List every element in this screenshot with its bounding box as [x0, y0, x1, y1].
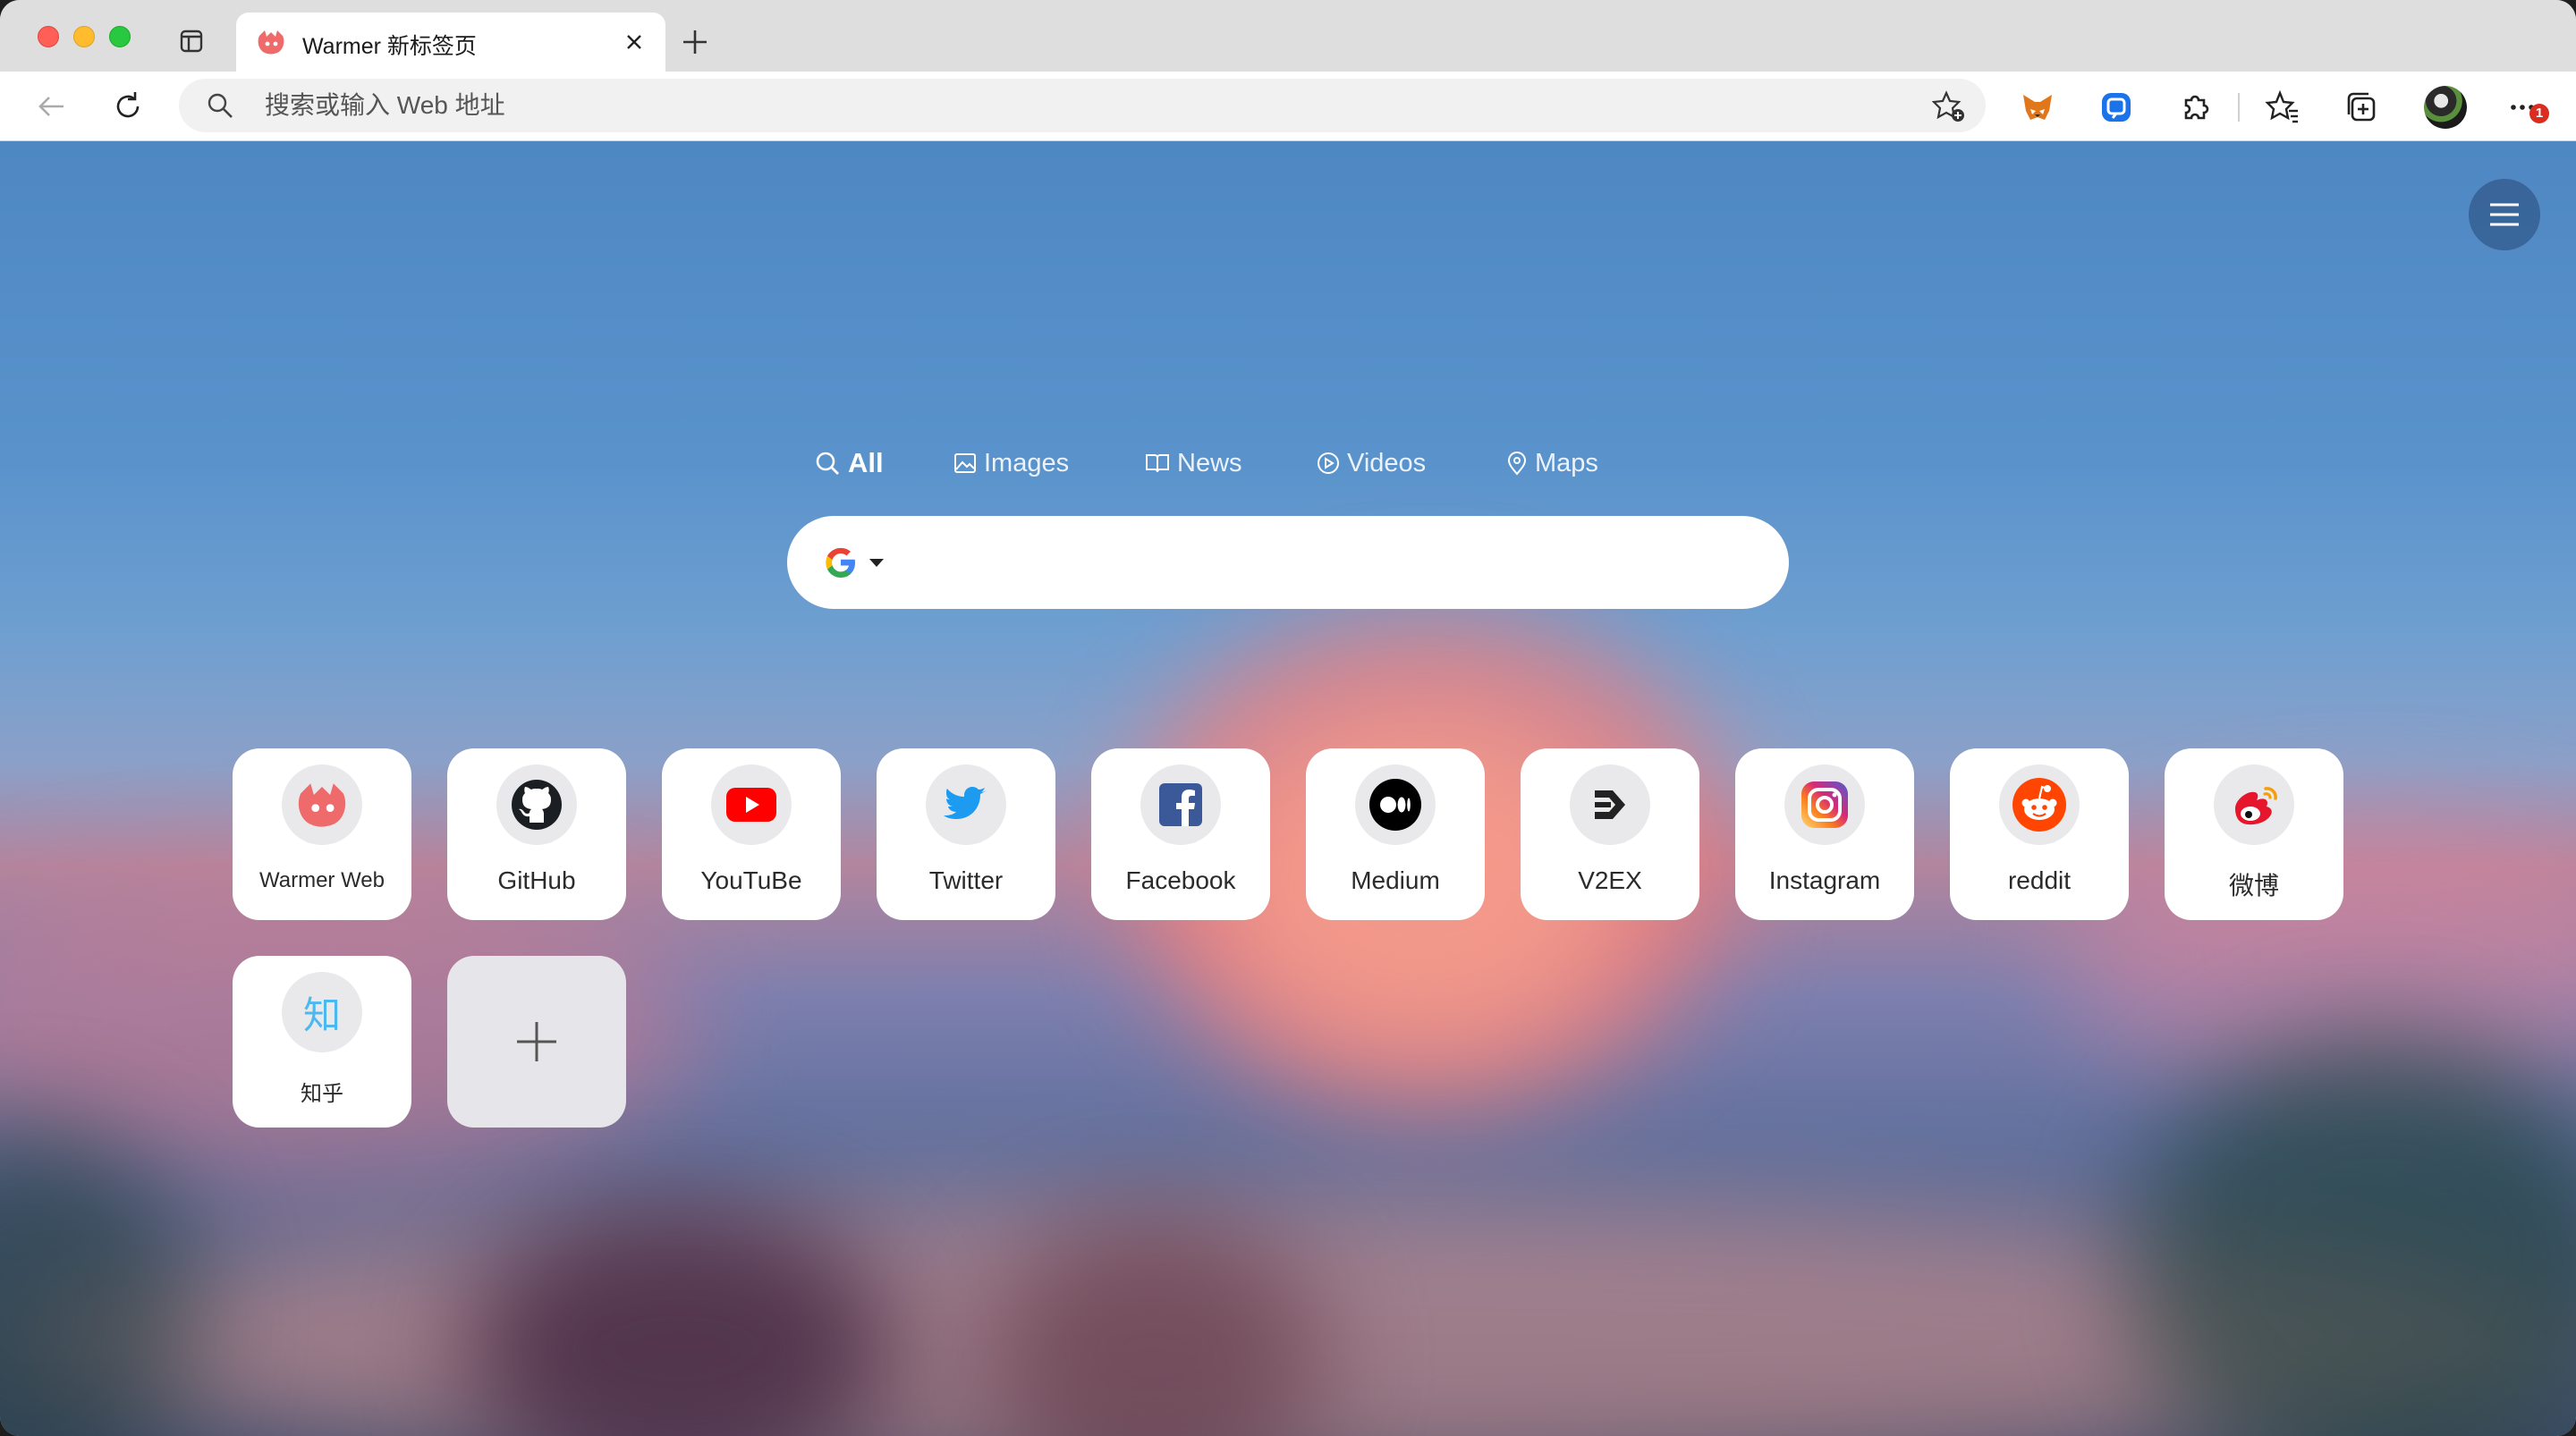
google-logo-icon[interactable]	[823, 545, 859, 580]
instagram-icon	[1784, 764, 1865, 845]
shortcut-label: V2EX	[1578, 866, 1642, 894]
shortcut-label: 知乎	[301, 1082, 343, 1106]
tab-label: Maps	[1535, 448, 1598, 477]
close-window-button[interactable]	[38, 26, 59, 47]
weibo-icon	[2214, 764, 2294, 845]
add-shortcut-button[interactable]	[447, 956, 626, 1128]
plus-icon	[517, 1022, 556, 1061]
shortcut-v2ex[interactable]: V2EX	[1521, 748, 1699, 920]
tab-images[interactable]: Images	[953, 445, 1069, 481]
search-box[interactable]	[787, 516, 1789, 609]
search-icon	[208, 93, 233, 118]
facebook-icon	[1140, 764, 1221, 845]
back-icon[interactable]	[34, 89, 68, 123]
shortcut-reddit[interactable]: reddit	[1950, 748, 2129, 920]
shortcut-facebook[interactable]: Facebook	[1091, 748, 1270, 920]
image-icon	[954, 453, 976, 473]
background-trees	[2129, 1035, 2576, 1436]
active-tab[interactable]: Warmer 新标签页	[236, 13, 665, 72]
warmer-logo-icon	[258, 30, 284, 55]
shortcut-label: Facebook	[1125, 866, 1236, 894]
minimize-window-button[interactable]	[73, 26, 95, 47]
shortcut-label: YouTuBe	[700, 866, 802, 894]
shortcut-label: Twitter	[928, 866, 1004, 894]
medium-icon	[1355, 764, 1436, 845]
zoom-window-button[interactable]	[109, 26, 131, 47]
favorites-icon[interactable]	[2265, 89, 2301, 125]
address-input[interactable]	[265, 79, 1875, 132]
background-foliage	[0, 1125, 197, 1436]
hamburger-icon	[2490, 203, 2519, 226]
profile-avatar[interactable]	[2424, 86, 2467, 129]
shortcut-instagram[interactable]: Instagram	[1735, 748, 1914, 920]
tab-label: Images	[984, 448, 1070, 477]
shortcut-medium[interactable]: Medium	[1306, 748, 1485, 920]
search-category-tabs: All Images News Videos Maps	[814, 445, 1708, 481]
page-menu-button[interactable]	[2469, 179, 2540, 250]
zhihu-icon: 知	[282, 972, 362, 1052]
tab-actions-icon[interactable]	[179, 29, 204, 54]
shortcut-label: Instagram	[1768, 866, 1881, 894]
search-input[interactable]	[903, 516, 1744, 609]
tab-maps[interactable]: Maps	[1506, 445, 1598, 481]
shortcut-label: 微博	[2228, 872, 2279, 900]
warmer-logo-icon	[282, 764, 362, 845]
shortcut-twitter[interactable]: Twitter	[877, 748, 1055, 920]
tab-bar: Warmer 新标签页	[0, 0, 2576, 72]
new-tab-icon[interactable]	[680, 27, 710, 57]
new-tab-page: All Images News Videos Maps Warmer Web G…	[0, 141, 2576, 1436]
collections-icon[interactable]	[2343, 89, 2379, 125]
shortcut-youtube[interactable]: YouTuBe	[662, 748, 841, 920]
play-icon	[1318, 452, 1339, 474]
tab-label: News	[1177, 448, 1242, 477]
tab-all[interactable]: All	[814, 445, 884, 481]
metamask-extension-icon[interactable]	[2020, 89, 2055, 125]
close-tab-icon[interactable]	[623, 30, 646, 54]
shortcut-label: reddit	[2007, 866, 2072, 894]
notification-badge: 1	[2529, 104, 2549, 123]
translate-extension-icon[interactable]	[2098, 89, 2134, 125]
twitter-icon	[926, 764, 1006, 845]
tab-title: Warmer 新标签页	[302, 34, 477, 59]
github-icon	[496, 764, 577, 845]
shortcut-label: GitHub	[497, 866, 576, 894]
zhihu-glyph: 知	[302, 993, 341, 1037]
add-favorite-icon[interactable]	[1932, 89, 1966, 123]
shortcut-zhihu[interactable]: 知 知乎	[233, 956, 411, 1128]
toolbar-separator	[2238, 93, 2240, 122]
browser-toolbar: 1	[0, 72, 2576, 141]
tab-videos[interactable]: Videos	[1317, 445, 1426, 481]
shortcut-label: Warmer Web	[258, 868, 385, 892]
shortcut-weibo[interactable]: 微博	[2165, 748, 2343, 920]
reddit-icon	[1999, 764, 2080, 845]
pin-icon	[1507, 452, 1527, 476]
tab-news[interactable]: News	[1145, 445, 1242, 481]
shortcut-warmer-web[interactable]: Warmer Web	[233, 748, 411, 920]
reload-icon[interactable]	[111, 89, 145, 123]
v2ex-icon	[1570, 764, 1650, 845]
tab-label: Videos	[1347, 448, 1427, 477]
shortcut-github[interactable]: GitHub	[447, 748, 626, 920]
address-bar[interactable]	[179, 79, 1986, 132]
browser-window: Warmer 新标签页 搜索或输入 Web 地址 1 All Images Ne…	[0, 0, 2576, 1436]
youtube-icon	[711, 764, 792, 845]
search-icon	[816, 452, 839, 475]
tab-label: All	[848, 447, 884, 478]
engine-dropdown-caret[interactable]	[869, 559, 884, 567]
extensions-icon[interactable]	[2177, 89, 2213, 125]
shortcut-label: Medium	[1351, 866, 1440, 894]
book-icon	[1146, 454, 1169, 473]
